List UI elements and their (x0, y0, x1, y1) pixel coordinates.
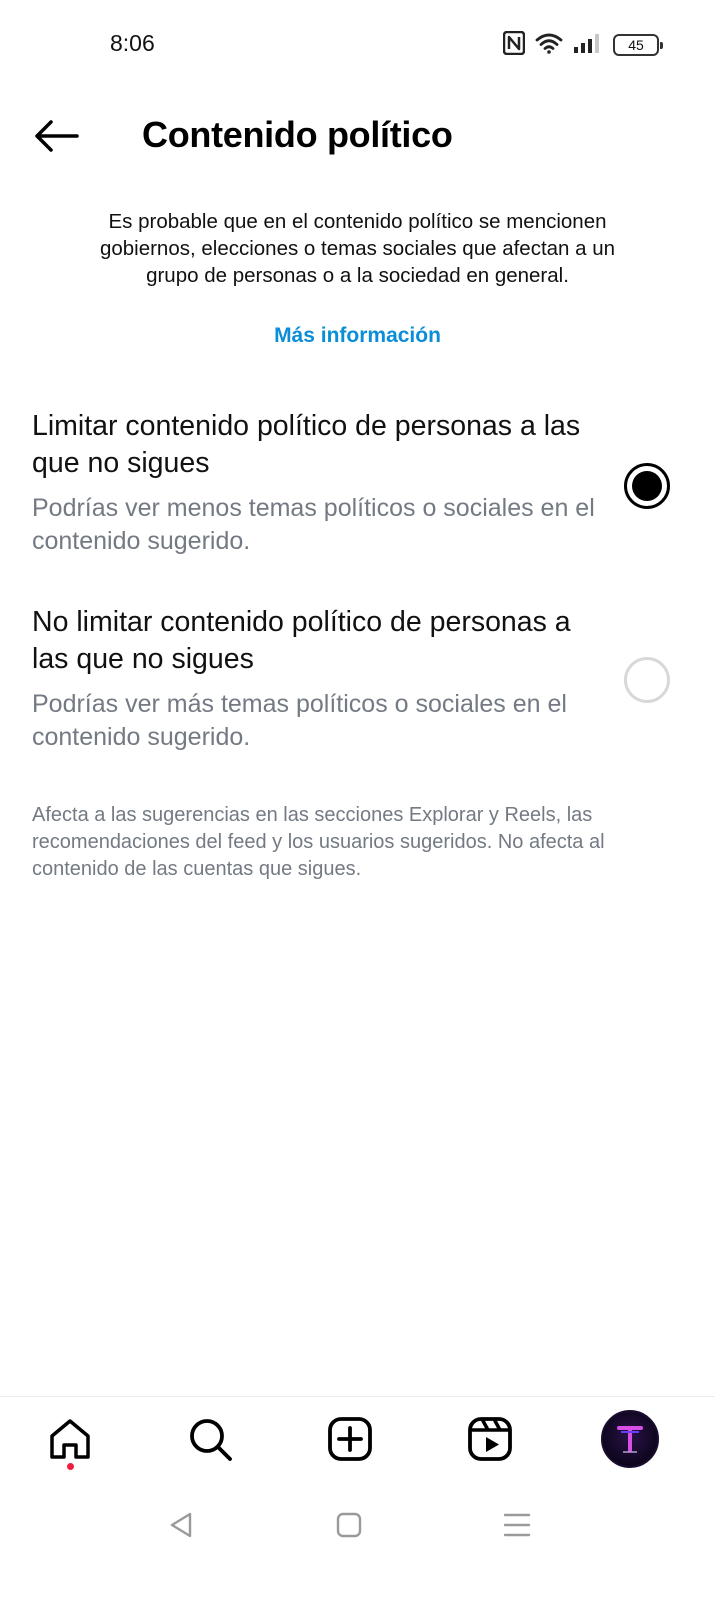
wifi-icon (535, 32, 563, 59)
option-no-limit[interactable]: No limitar contenido político de persona… (0, 604, 715, 764)
intro-text: Es probable que en el contenido político… (99, 210, 616, 287)
notification-dot (67, 1463, 74, 1470)
nav-home-button[interactable] (40, 1409, 100, 1469)
radio-selected[interactable] (624, 463, 670, 509)
page-title: Contenido político (142, 114, 453, 155)
create-icon (328, 1417, 372, 1461)
back-triangle-icon (170, 1512, 192, 1538)
system-back-button[interactable] (161, 1505, 201, 1545)
radio-unselected[interactable] (624, 657, 670, 703)
status-icons: 45 (502, 30, 663, 60)
system-nav-bar (0, 1495, 715, 1555)
footnote: Afecta a las sugerencias en las seccione… (32, 804, 605, 880)
status-bar: 8:06 45 (0, 0, 715, 90)
reels-icon (468, 1417, 512, 1461)
battery-level: 45 (628, 37, 644, 53)
recents-menu-icon (503, 1513, 531, 1537)
option-limit[interactable]: Limitar contenido político de personas a… (0, 408, 715, 568)
search-icon (190, 1419, 232, 1461)
nav-create-button[interactable] (320, 1409, 380, 1469)
nav-profile-button[interactable] (600, 1409, 660, 1469)
bottom-nav (0, 1397, 715, 1487)
home-square-icon (336, 1512, 362, 1538)
cell-signal-icon (573, 32, 603, 59)
more-info-link[interactable]: Más información (0, 324, 715, 348)
system-home-button[interactable] (329, 1505, 369, 1545)
option-title: No limitar contenido político de persona… (32, 606, 571, 675)
option-description: Podrías ver más temas políticos o social… (32, 690, 567, 751)
battery-icon: 45 (613, 34, 663, 56)
option-title: Limitar contenido político de personas a… (32, 410, 581, 479)
radio-dot (632, 471, 662, 501)
nfc-icon (502, 30, 526, 60)
home-icon (50, 1419, 90, 1459)
screen: 8:06 45 Contenido político Es probable q… (0, 0, 715, 1600)
nav-search-button[interactable] (180, 1409, 240, 1469)
option-description: Podrías ver menos temas políticos o soci… (32, 494, 595, 555)
nav-reels-button[interactable] (460, 1409, 520, 1469)
profile-avatar (601, 1410, 659, 1468)
back-button[interactable] (32, 112, 80, 160)
arrow-left-icon (35, 120, 79, 152)
system-recents-button[interactable] (497, 1505, 537, 1545)
status-time: 8:06 (110, 30, 155, 56)
